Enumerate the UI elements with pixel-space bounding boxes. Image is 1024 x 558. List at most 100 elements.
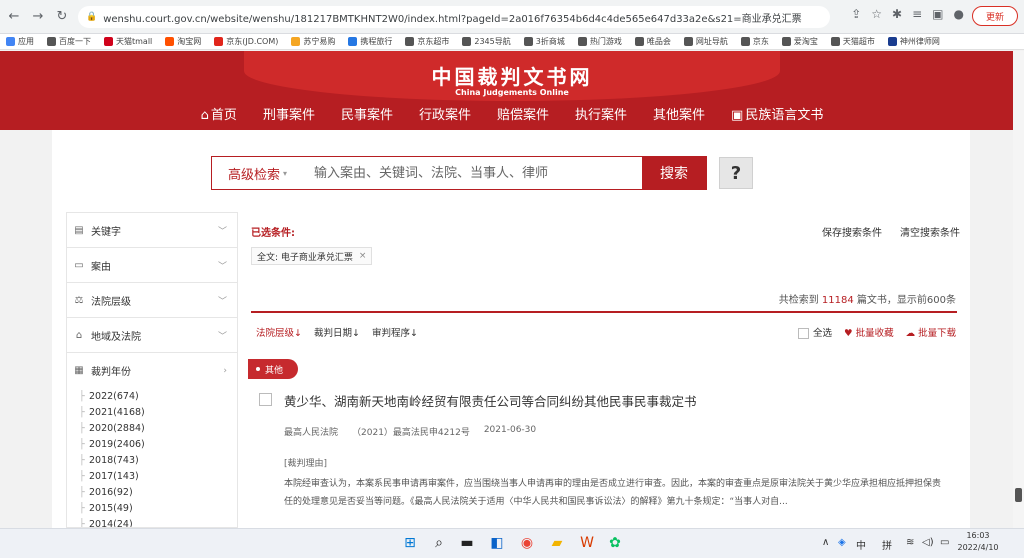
year-item[interactable]: ├ 2016(92) [79,484,237,500]
scrollbar-thumb[interactable] [1015,488,1022,502]
bookmark-item[interactable]: 神州律师网 [887,36,940,47]
year-item[interactable]: ├ 2014(24) [79,516,237,528]
nav-item[interactable]: 行政案件 [406,104,484,128]
bookmark-item[interactable]: 唯品会 [634,36,671,47]
advanced-search-dropdown[interactable]: 高级检索 ▾ [212,157,300,189]
bookmark-item[interactable]: 3折商城 [523,36,565,47]
system-clock[interactable]: 16:03 2022/4/10 [956,530,1000,554]
year-item[interactable]: ├ 2022(674) [79,388,237,404]
bookmark-item[interactable]: 百度一下 [47,36,91,47]
batch-collect-button[interactable]: ♥ 批量收藏 [844,325,894,339]
bookmark-item[interactable]: 携程旅行 [348,36,392,47]
bookmark-item[interactable]: 2345导航 [462,36,511,47]
update-button[interactable]: 更新 [972,6,1018,26]
year-item[interactable]: ├ 2017(143) [79,468,237,484]
tray-chevron-icon[interactable]: ∧ [822,537,829,548]
year-item[interactable]: ├ 2015(49) [79,500,237,516]
close-icon[interactable]: × [359,251,367,261]
year-label: 2016(92) [89,486,133,498]
wifi-icon[interactable]: ≋ [906,537,914,548]
forward-icon[interactable]: → [28,7,48,27]
search-input[interactable] [300,157,642,189]
bookmark-item[interactable]: 应用 [6,36,34,47]
nav-item[interactable]: ▣ 民族语言文书 [718,104,836,128]
sidebar-item-cause[interactable]: ▭ 案由 ﹀ [67,248,237,283]
nav-item[interactable]: 执行案件 [562,104,640,128]
bookmark-favicon-icon [47,37,56,46]
bookmark-item[interactable]: 苏宁易购 [291,36,335,47]
reading-list-icon[interactable]: ≡ [912,7,922,21]
bookmark-label: 天猫超市 [842,37,875,46]
tray-shield-icon[interactable]: ◈ [838,537,846,548]
year-label: 2017(143) [89,470,139,482]
nav-item[interactable]: 其他案件 [640,104,718,128]
ime-indicator[interactable]: 中 [856,537,866,552]
site-logo[interactable]: 中国裁判文书网 [0,61,1024,90]
bookmark-favicon-icon [6,37,15,46]
sidebar-item-keyword[interactable]: ▤ 关键字 ﹀ [67,213,237,248]
nav-item-label: 赔偿案件 [496,108,549,123]
chrome-icon[interactable]: ◉ [516,532,538,554]
sidebar-item-year[interactable]: ▦ 裁判年份 › [67,353,237,388]
select-all[interactable]: 全选 [798,325,832,339]
search-icon[interactable]: ⌕ [428,532,450,554]
folder-icon[interactable]: ▰ [546,532,568,554]
bookmark-item[interactable]: 京东超市 [405,36,449,47]
windows-start-icon[interactable]: ⊞ [399,532,421,554]
nav-item[interactable]: ⌂ 首页 [188,104,250,128]
sort-court-level[interactable]: 法院层级↓ [256,325,302,339]
task-view-icon[interactable]: ▬ [456,532,478,554]
profile-icon[interactable]: ● [954,7,964,21]
bookmark-item[interactable]: 天猫tmall [104,36,152,47]
year-item[interactable]: ├ 2019(2406) [79,436,237,452]
clear-search-link[interactable]: 清空搜索条件 [900,224,960,239]
bookmark-item[interactable]: 爱淘宝 [781,36,818,47]
sidebar-item-court-level[interactable]: ⚖ 法院层级 ﹀ [67,283,237,318]
help-button[interactable]: ? [719,157,753,189]
bookmark-item[interactable]: 网址导航 [683,36,728,47]
document-title-link[interactable]: 黄少华、湖南新天地南岭经贸有限责任公司等合同纠纷其他民事民事裁定书 [284,391,697,410]
select-all-checkbox[interactable] [798,328,809,339]
select-all-label: 全选 [813,328,833,339]
volume-icon[interactable]: ◁) [922,537,934,548]
nav-item[interactable]: 赔偿案件 [484,104,562,128]
save-search-link[interactable]: 保存搜索条件 [822,224,882,239]
nav-item[interactable]: 刑事案件 [250,104,328,128]
clock-time: 16:03 [966,531,990,540]
sort-judgment-date[interactable]: 裁判日期↓ [314,325,360,339]
bookmark-item[interactable]: 热门游戏 [577,36,622,47]
bookmark-item[interactable]: 京东(JD.COM) [214,36,278,47]
sidebar-item-region[interactable]: ⌂ 地域及法院 ﹀ [67,318,237,353]
address-bar[interactable]: 🔒 wenshu.court.gov.cn/website/wenshu/181… [78,6,830,28]
document-checkbox[interactable] [259,393,272,406]
wps-icon[interactable]: W [576,532,598,554]
share-icon[interactable]: ⇪ [851,7,861,21]
back-icon[interactable]: ← [4,7,24,27]
widgets-icon[interactable]: ◧ [486,532,508,554]
year-item[interactable]: ├ 2021(4168) [79,404,237,420]
sort-trial-procedure[interactable]: 审判程序↓ [372,325,418,339]
bookmark-favicon-icon [887,37,897,46]
wechat-icon[interactable]: ✿ [604,532,626,554]
batch-download-button[interactable]: ☁ 批量下载 [906,325,957,339]
sidebar-icon[interactable]: ▣ [932,7,943,21]
bookmark-item[interactable]: 京东 [740,36,769,47]
year-item[interactable]: ├ 2018(743) [79,452,237,468]
nav-item-label: 民族语言文书 [745,108,824,123]
bookmark-item[interactable]: 淘宝网 [165,36,201,47]
battery-icon[interactable]: ▭ [940,537,949,548]
year-item[interactable]: ├ 2020(2884) [79,420,237,436]
search-button[interactable]: 搜索 [642,157,706,189]
sidebar-item-label: 地域及法院 [91,331,141,343]
bookmark-item[interactable]: 天猫超市 [830,36,875,47]
reason-label: [裁判理由] [284,459,328,469]
ime-mode-indicator[interactable]: 拼 [882,537,892,552]
star-icon[interactable]: ☆ [871,7,882,21]
reload-icon[interactable]: ↻ [52,7,72,27]
extension-icon[interactable]: ✱ [892,7,902,21]
nav-item-label: 其他案件 [653,108,706,123]
category-tag-label: 其他 [265,365,284,376]
result-count-prefix: 共检索到 [778,295,819,306]
page-scrollbar[interactable] [1013,51,1024,528]
nav-item[interactable]: 民事案件 [328,104,406,128]
